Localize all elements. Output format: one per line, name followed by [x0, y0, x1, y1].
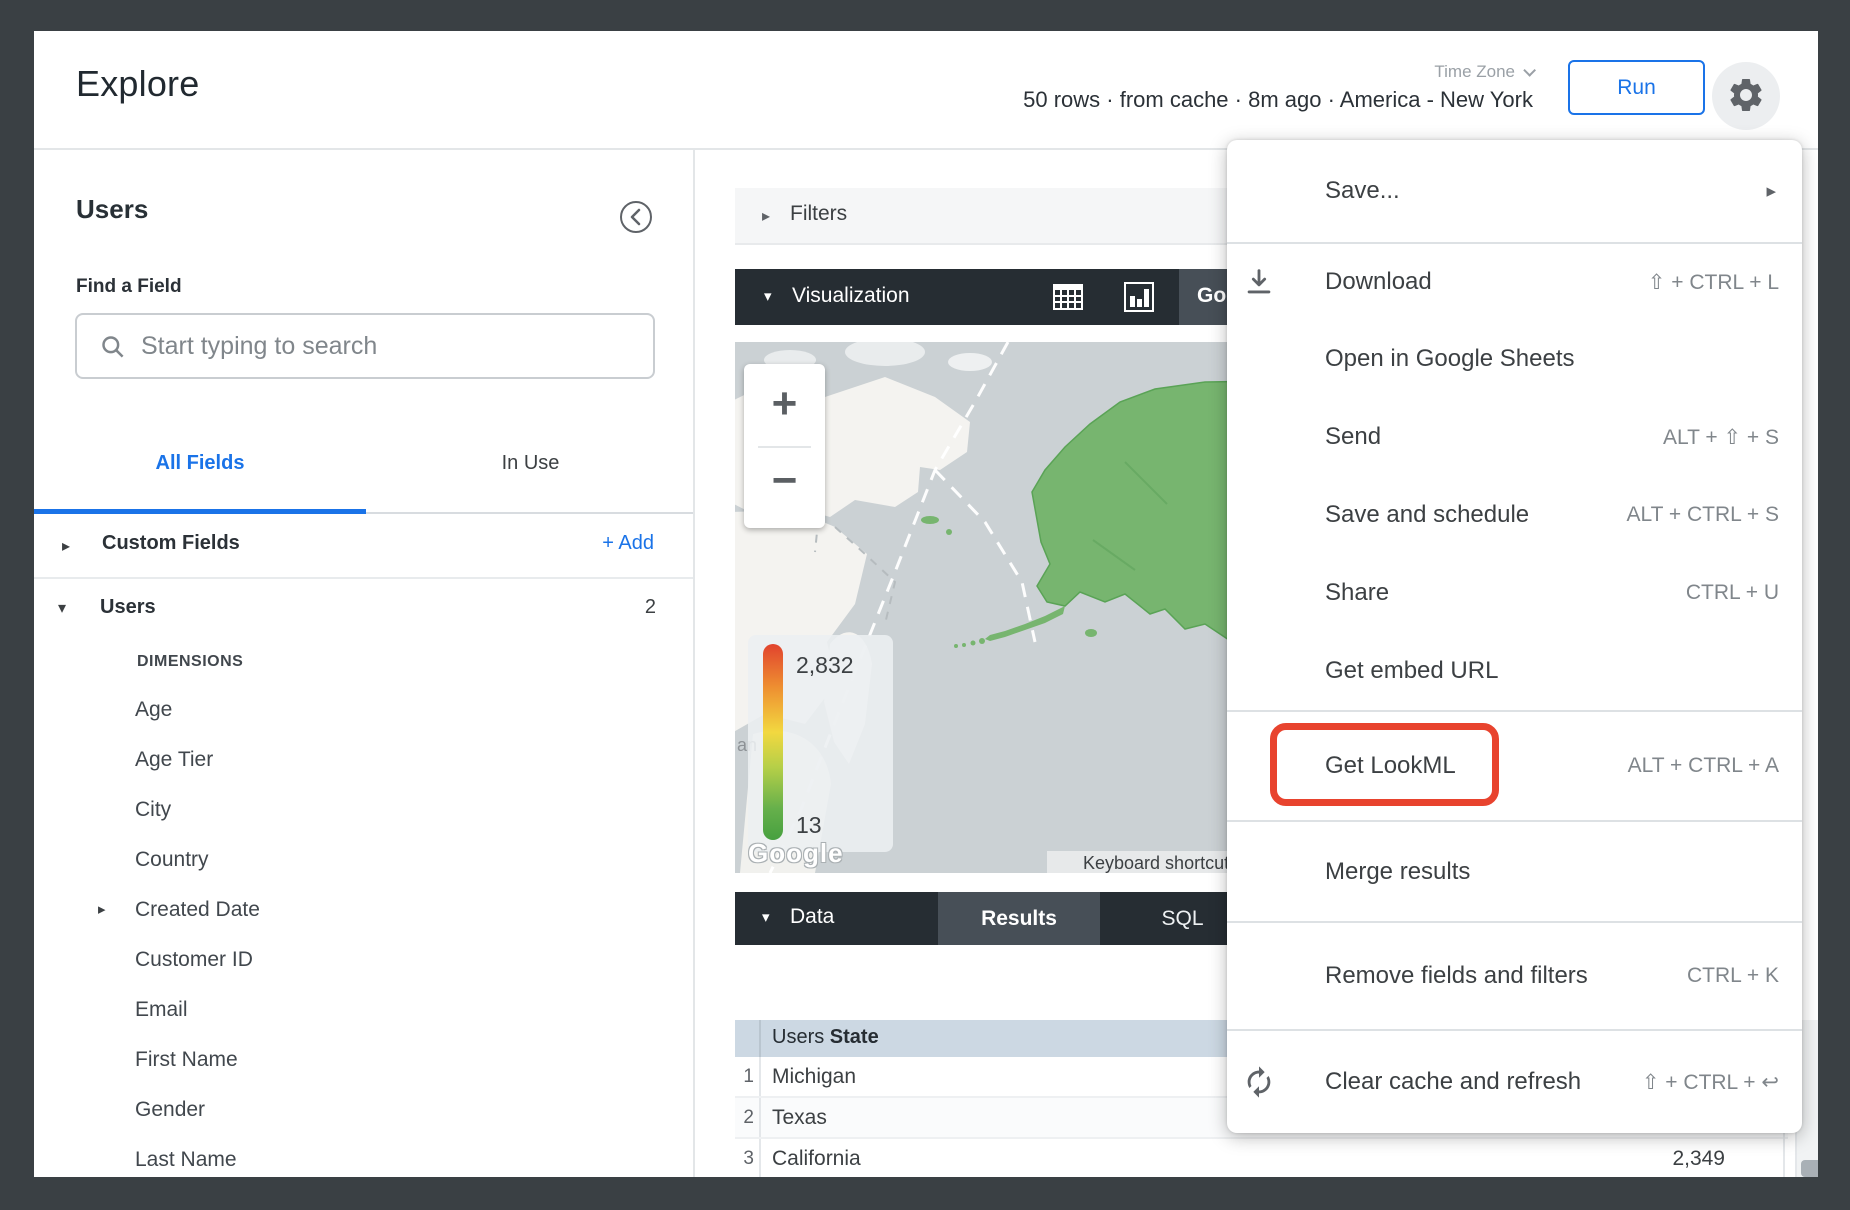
row-number-header-cell: [735, 1020, 761, 1057]
filters-label: Filters: [790, 202, 847, 226]
chevron-down-icon: [1523, 64, 1536, 77]
chevron-right-icon: ▸: [62, 536, 70, 556]
field-item-email[interactable]: Email: [34, 985, 693, 1035]
menu-item-clear-cache-and-refresh[interactable]: Clear cache and refresh ⇧ + CTRL + ↩: [1227, 1029, 1802, 1133]
menu-item-open-in-google-sheets[interactable]: Open in Google Sheets: [1227, 320, 1802, 398]
field-item-gender[interactable]: Gender: [34, 1085, 693, 1135]
legend-gradient: [763, 644, 783, 840]
divider: [34, 577, 693, 579]
field-search-box: [75, 313, 655, 379]
table-row[interactable]: 3 California 2,349: [735, 1139, 1788, 1177]
row-number: 3: [735, 1139, 761, 1177]
google-watermark: Google: [748, 838, 844, 869]
custom-fields-label: Custom Fields: [102, 532, 240, 555]
chevron-right-icon: ▸: [98, 885, 106, 935]
users-count-cell: 2,349: [1672, 1147, 1725, 1171]
table-viz-icon[interactable]: [1051, 280, 1085, 314]
zoom-out-button[interactable]: −: [744, 446, 825, 526]
search-input[interactable]: [141, 317, 641, 375]
field-picker-sidebar: Users Find a Field All Fields In Use ▸ C…: [34, 150, 695, 1177]
field-item-customer-id[interactable]: Customer ID: [34, 935, 693, 985]
state-cell: Michigan: [772, 1065, 856, 1089]
gear-icon: [1726, 75, 1766, 118]
keyboard-shortcuts-link[interactable]: Keyboard shortcuts: [1083, 853, 1238, 873]
submenu-arrow-icon: ▸: [1766, 180, 1776, 203]
field-item-age-tier[interactable]: Age Tier: [34, 735, 693, 785]
users-group-label: Users: [100, 596, 156, 619]
custom-fields-row[interactable]: ▸ Custom Fields + Add: [34, 522, 693, 577]
zoom-in-button[interactable]: +: [744, 364, 825, 444]
dimensions-section-label: DIMENSIONS: [137, 653, 243, 671]
field-item-age[interactable]: Age: [34, 685, 693, 735]
page-title: Explore: [76, 63, 199, 105]
download-icon: [1242, 265, 1276, 299]
users-group-row[interactable]: ▾ Users 2: [34, 586, 693, 641]
chevron-left-circle-icon: [619, 222, 653, 237]
map-zoom-control: + −: [744, 364, 825, 528]
menu-item-remove-fields-and-filters[interactable]: Remove fields and filters CTRL + K: [1227, 921, 1802, 1029]
scrollbar-thumb[interactable]: [1801, 1160, 1818, 1177]
find-field-label: Find a Field: [76, 276, 182, 298]
visualization-label: Visualization: [792, 284, 910, 308]
field-item-country[interactable]: Country: [34, 835, 693, 885]
state-cell: California: [772, 1147, 861, 1171]
dimension-list: Age Age Tier City Country ▸Created Date …: [34, 685, 693, 1177]
query-status-text: 50 rows · from cache · 8m ago · America …: [1023, 87, 1533, 113]
explore-view-title: Users: [76, 194, 148, 225]
field-item-created-date[interactable]: ▸Created Date: [34, 885, 693, 935]
field-item-city[interactable]: City: [34, 785, 693, 835]
row-number: 1: [735, 1057, 761, 1096]
map-color-legend: 2,832 13: [748, 635, 893, 852]
tab-results[interactable]: Results: [938, 892, 1100, 945]
menu-item-save-and-schedule[interactable]: Save and schedule ALT + CTRL + S: [1227, 476, 1802, 554]
menu-item-get-embed-url[interactable]: Get embed URL: [1227, 632, 1802, 710]
legend-max-value: 2,832: [796, 652, 854, 679]
menu-item-save[interactable]: Save... ▸: [1227, 140, 1802, 242]
menu-item-download[interactable]: Download ⇧ + CTRL + L: [1227, 242, 1802, 320]
chevron-down-icon: ▾: [764, 287, 772, 305]
add-custom-field-button[interactable]: + Add: [602, 532, 654, 555]
data-label: Data: [790, 905, 834, 929]
menu-item-get-lookml[interactable]: Get LookML ALT + CTRL + A: [1227, 710, 1802, 820]
legend-min-value: 13: [796, 812, 822, 839]
timezone-selector[interactable]: Time Zone: [1434, 62, 1532, 82]
tab-all-fields[interactable]: All Fields: [34, 438, 366, 488]
chevron-down-icon: ▾: [58, 598, 66, 618]
menu-item-send[interactable]: Send ALT + ⇧ + S: [1227, 398, 1802, 476]
run-button[interactable]: Run: [1568, 60, 1705, 115]
row-number: 2: [735, 1098, 761, 1137]
tab-in-use[interactable]: In Use: [366, 438, 695, 488]
field-count-badge: 2: [645, 596, 656, 619]
chevron-down-icon: ▾: [762, 908, 770, 926]
gear-dropdown-menu: Save... ▸ Download ⇧ + CTRL + L Open in …: [1227, 140, 1802, 1133]
menu-item-share[interactable]: Share CTRL + U: [1227, 554, 1802, 632]
bar-chart-viz-icon[interactable]: [1122, 280, 1156, 314]
field-item-last-name[interactable]: Last Name: [34, 1135, 693, 1177]
field-item-first-name[interactable]: First Name: [34, 1035, 693, 1085]
refresh-icon: [1242, 1065, 1276, 1099]
menu-item-merge-results[interactable]: Merge results: [1227, 820, 1802, 921]
state-cell: Texas: [772, 1106, 827, 1130]
chevron-right-icon: ▸: [762, 206, 770, 226]
looker-explore-window: Explore Time Zone 50 rows · from cache ·…: [34, 31, 1818, 1177]
active-tab-underline: [34, 509, 366, 514]
gear-button[interactable]: [1712, 62, 1780, 130]
header: Explore Time Zone 50 rows · from cache ·…: [34, 31, 1818, 150]
column-header-users-state[interactable]: Users State: [772, 1026, 879, 1049]
collapse-sidebar-button[interactable]: [619, 200, 653, 234]
